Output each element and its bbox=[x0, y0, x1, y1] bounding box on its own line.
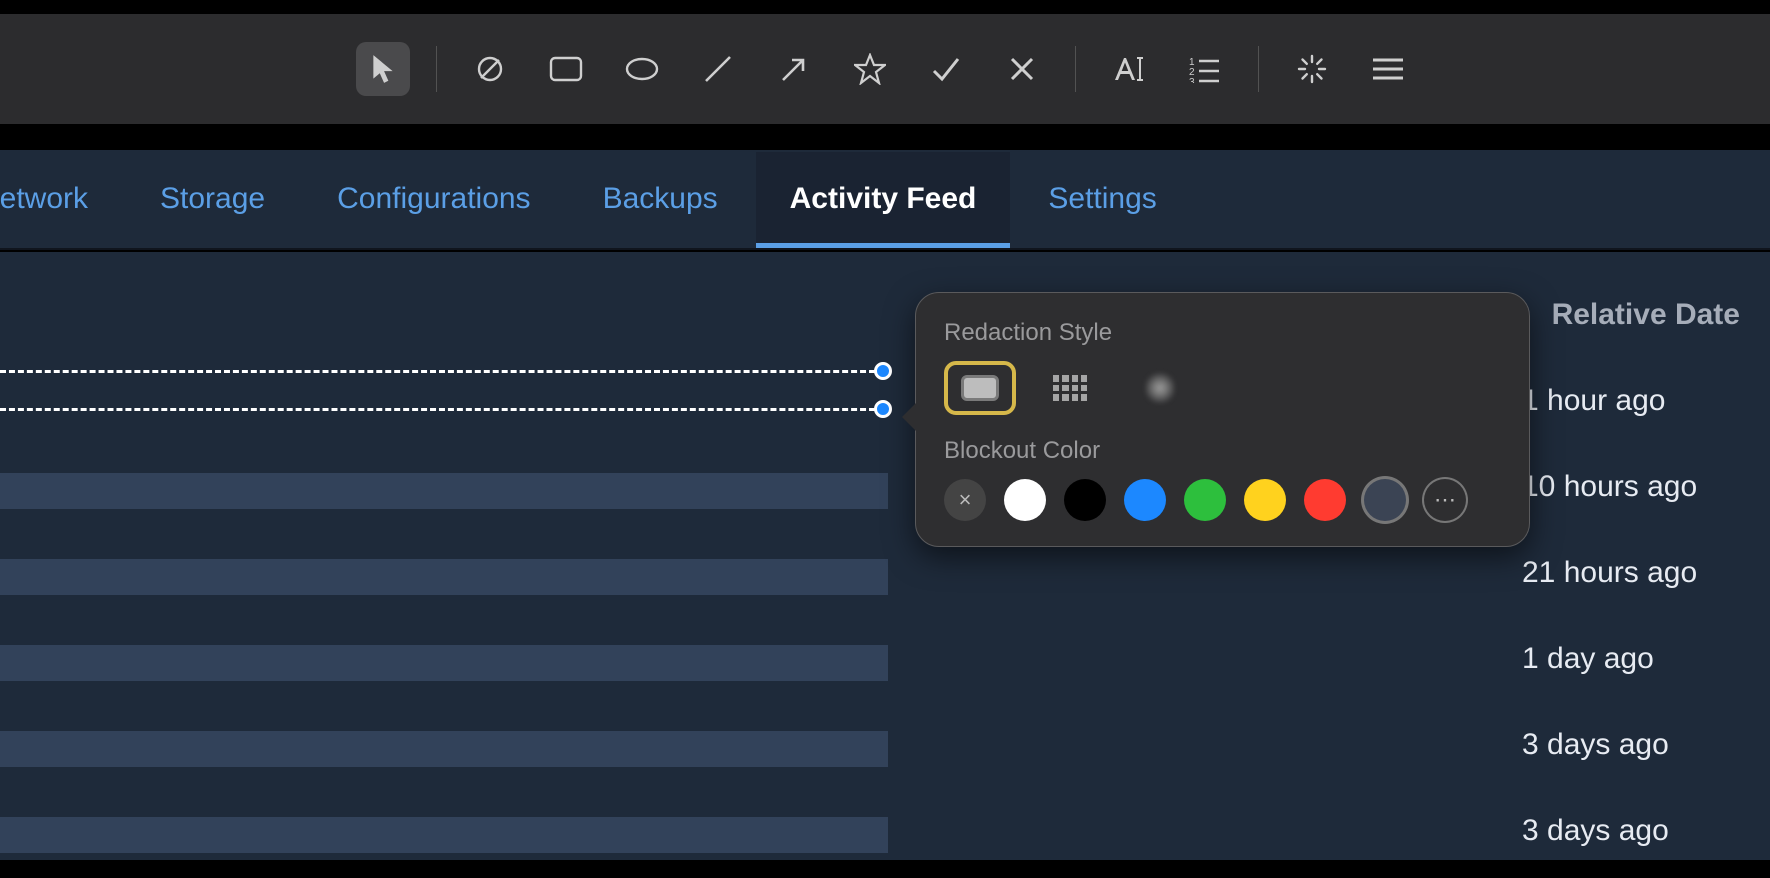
color-swatch-blue[interactable] bbox=[1124, 479, 1166, 521]
toolbar-separator bbox=[436, 46, 437, 92]
relative-date: 10 hours ago bbox=[1522, 470, 1697, 504]
relative-date: 1 day ago bbox=[1522, 642, 1654, 676]
color-swatch-red[interactable] bbox=[1304, 479, 1346, 521]
redaction-style-label: Redaction Style bbox=[944, 319, 1501, 347]
tab-configurations[interactable]: Configurations bbox=[337, 152, 530, 246]
oval-icon[interactable] bbox=[615, 42, 669, 96]
spinner-icon[interactable] bbox=[1285, 42, 1339, 96]
tab-storage[interactable]: Storage bbox=[160, 152, 265, 246]
redacted-bar bbox=[0, 645, 888, 681]
redacted-bar bbox=[0, 559, 888, 595]
selection-handle[interactable] bbox=[874, 400, 892, 418]
color-swatch-green[interactable] bbox=[1184, 479, 1226, 521]
line-icon[interactable] bbox=[691, 42, 745, 96]
redaction-selection-top bbox=[0, 370, 875, 373]
column-header-relative-date[interactable]: Relative Date bbox=[1552, 298, 1740, 332]
tab-activity-feed[interactable]: Activity Feed bbox=[756, 152, 1011, 246]
style-blur-button[interactable] bbox=[1124, 361, 1196, 415]
check-icon[interactable] bbox=[919, 42, 973, 96]
redact-icon[interactable] bbox=[463, 42, 517, 96]
svg-text:3: 3 bbox=[1189, 77, 1195, 83]
page-tabs: Network Storage Configurations Backups Activ… bbox=[0, 150, 1770, 250]
redaction-selection-bottom bbox=[0, 408, 875, 411]
tab-network[interactable]: Network bbox=[0, 152, 88, 246]
color-swatch-gray[interactable] bbox=[1364, 479, 1406, 521]
redacted-bar bbox=[0, 817, 888, 853]
pointer-icon[interactable] bbox=[356, 42, 410, 96]
text-icon[interactable] bbox=[1102, 42, 1156, 96]
color-swatch-white[interactable] bbox=[1004, 479, 1046, 521]
color-swatch-black[interactable] bbox=[1064, 479, 1106, 521]
blockout-color-label: Blockout Color bbox=[944, 437, 1501, 465]
redaction-popover: Redaction Style Blockout Color ×⋯ bbox=[915, 292, 1530, 547]
annotation-toolbar: 123 bbox=[0, 14, 1770, 124]
toolbar-separator bbox=[1075, 46, 1076, 92]
redacted-bar bbox=[0, 473, 888, 509]
numbered-list-icon[interactable]: 123 bbox=[1178, 42, 1232, 96]
activity-row[interactable]: 3 days ago bbox=[0, 706, 1770, 792]
tab-settings[interactable]: Settings bbox=[1048, 152, 1156, 246]
star-icon[interactable] bbox=[843, 42, 897, 96]
activity-row[interactable]: 1 day ago bbox=[0, 620, 1770, 706]
redaction-style-row bbox=[944, 361, 1501, 415]
blur-icon bbox=[1145, 372, 1175, 404]
activity-row[interactable]: 3 days ago bbox=[0, 792, 1770, 878]
redacted-bar bbox=[0, 731, 888, 767]
arrow-icon[interactable] bbox=[767, 42, 821, 96]
x-icon[interactable] bbox=[995, 42, 1049, 96]
tab-backups[interactable]: Backups bbox=[603, 152, 718, 246]
toolbar-separator bbox=[1258, 46, 1259, 92]
style-pixelate-button[interactable] bbox=[1034, 361, 1106, 415]
menu-icon[interactable] bbox=[1361, 42, 1415, 96]
relative-date: 3 days ago bbox=[1522, 728, 1669, 762]
selection-handle[interactable] bbox=[874, 362, 892, 380]
relative-date: 21 hours ago bbox=[1522, 556, 1697, 590]
relative-date: 1 hour ago bbox=[1522, 384, 1665, 418]
block-icon bbox=[961, 375, 999, 401]
color-swatch-more[interactable]: ⋯ bbox=[1424, 479, 1466, 521]
relative-date: 3 days ago bbox=[1522, 814, 1669, 848]
pixelate-icon bbox=[1053, 375, 1087, 401]
color-swatch-yellow[interactable] bbox=[1244, 479, 1286, 521]
style-block-button[interactable] bbox=[944, 361, 1016, 415]
color-swatch-clear[interactable]: × bbox=[944, 479, 986, 521]
blockout-color-row: ×⋯ bbox=[944, 479, 1501, 521]
rectangle-icon[interactable] bbox=[539, 42, 593, 96]
